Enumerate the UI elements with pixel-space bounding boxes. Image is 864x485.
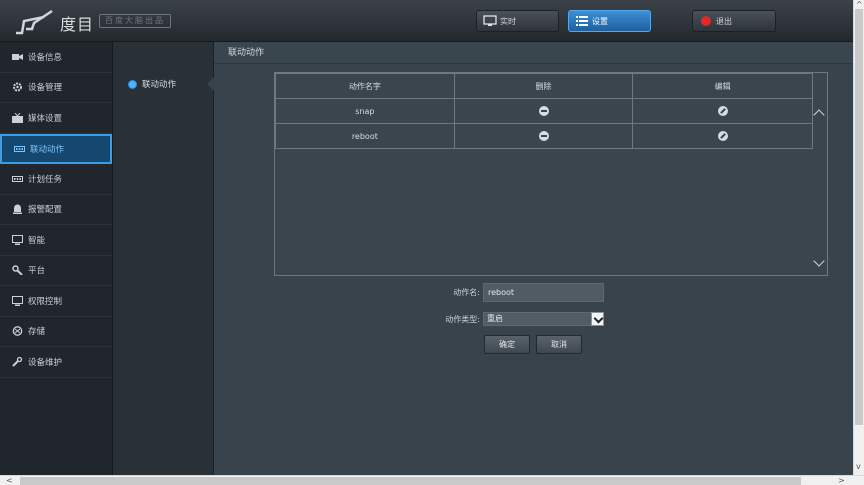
sidebar-item-permission-control[interactable]: 权限控制 <box>0 286 112 317</box>
action-name-cell: snap <box>275 98 455 124</box>
actions-table-container: 动作名字 删除 编辑 snap reboot <box>274 72 828 276</box>
gear-icon <box>13 82 22 92</box>
logout-label: 退出 <box>716 16 732 26</box>
page-vertical-scrollbar[interactable]: ^ v <box>853 0 864 475</box>
table-row[interactable]: reboot <box>275 123 813 149</box>
subnav: 联动动作 <box>113 42 215 475</box>
actions-table: 动作名字 删除 编辑 snap reboot <box>275 73 813 149</box>
edit-icon[interactable] <box>717 131 728 141</box>
monitor-icon <box>12 295 23 306</box>
column-header-edit: 编辑 <box>632 73 813 99</box>
chevron-down-icon[interactable] <box>813 255 825 267</box>
confirm-button[interactable]: 确定 <box>484 335 530 354</box>
sidebar-item-label: 设备管理 <box>28 83 63 94</box>
alarm-icon <box>13 204 22 215</box>
media-icon <box>12 112 23 123</box>
settings-button[interactable]: 设置 <box>568 10 651 32</box>
delete-cell <box>453 98 634 124</box>
action-type-select[interactable]: 重启 <box>483 312 604 326</box>
sidebar-item-label: 计划任务 <box>28 174 63 185</box>
table-scrollbar[interactable] <box>812 73 827 275</box>
sidebar-item-label: 联动动作 <box>30 144 65 155</box>
sidebar: 设备信息 设备管理 媒体设置 联动动作 计划任务 报警配置 智能 平台 权限控制… <box>0 42 113 475</box>
page-title: 联动动作 <box>214 42 853 64</box>
chevron-up-icon[interactable] <box>813 109 825 121</box>
logo-icon <box>16 9 53 35</box>
sidebar-item-device-maintenance[interactable]: 设备维护 <box>0 347 112 378</box>
sidebar-item-alarm-config[interactable]: 报警配置 <box>0 195 112 225</box>
top-header: 度目 百度大脑出品 实时 设置 退出 <box>0 0 853 42</box>
realtime-label: 实时 <box>500 16 516 26</box>
sidebar-item-label: 设备维护 <box>28 357 63 368</box>
power-icon <box>701 16 711 26</box>
action-name-label: 动作名: <box>453 288 480 297</box>
cancel-button[interactable]: 取消 <box>536 335 582 354</box>
realtime-button[interactable]: 实时 <box>476 10 559 32</box>
sidebar-item-label: 媒体设置 <box>28 113 63 124</box>
camera-icon <box>12 53 23 60</box>
main-panel: 联动动作 动作名字 删除 编辑 snap reboot 动作名: reboot … <box>214 42 853 475</box>
settings-label: 设置 <box>592 16 608 26</box>
edit-icon[interactable] <box>717 106 728 116</box>
action-name-input[interactable]: reboot <box>483 283 604 302</box>
monitor-icon <box>12 234 23 245</box>
horizontal-scroll-thumb[interactable] <box>20 477 801 485</box>
action-type-row: 动作类型: 重启 <box>214 312 853 326</box>
delete-cell <box>453 123 634 149</box>
column-header-name: 动作名字 <box>275 73 455 99</box>
edit-cell <box>632 98 813 124</box>
monitor-icon <box>483 15 497 26</box>
page-horizontal-scrollbar[interactable]: < > <box>0 475 864 485</box>
scroll-left-icon[interactable]: < <box>6 476 13 485</box>
sidebar-item-device-management[interactable]: 设备管理 <box>0 73 112 103</box>
sidebar-item-label: 平台 <box>28 266 46 277</box>
logo-badge: 百度大脑出品 <box>99 14 171 28</box>
scroll-right-icon[interactable]: > <box>838 476 845 485</box>
storage-icon <box>12 326 23 337</box>
wrench-icon <box>12 265 23 276</box>
sidebar-item-storage[interactable]: 存储 <box>0 317 112 347</box>
sidebar-item-media-settings[interactable]: 媒体设置 <box>0 103 112 134</box>
action-type-label: 动作类型: <box>445 314 480 324</box>
sidebar-item-label: 权限控制 <box>28 296 63 307</box>
link-action-icon <box>14 145 25 152</box>
chevron-down-icon[interactable] <box>591 312 604 326</box>
action-type-value: 重启 <box>487 314 503 323</box>
sidebar-item-link-action[interactable]: 联动动作 <box>0 133 112 164</box>
column-header-delete: 删除 <box>453 73 634 99</box>
sidebar-item-device-info[interactable]: 设备信息 <box>0 42 112 73</box>
action-name-row: 动作名: reboot <box>214 283 853 302</box>
delete-icon[interactable] <box>538 106 549 116</box>
sidebar-item-platform[interactable]: 平台 <box>0 256 112 286</box>
scroll-down-icon[interactable]: v <box>856 462 861 471</box>
subnav-item-label: 联动动作 <box>142 80 177 90</box>
sidebar-item-smart[interactable]: 智能 <box>0 225 112 256</box>
sidebar-item-label: 存储 <box>28 327 46 338</box>
subnav-item-link-action[interactable]: 联动动作 <box>113 72 215 96</box>
schedule-icon <box>12 175 23 182</box>
scroll-up-icon[interactable]: ^ <box>856 0 863 9</box>
list-icon <box>576 16 588 26</box>
logout-button[interactable]: 退出 <box>692 10 776 32</box>
sidebar-item-label: 报警配置 <box>28 205 63 216</box>
active-dot-icon <box>129 80 136 88</box>
sidebar-item-label: 设备信息 <box>28 52 63 63</box>
sidebar-item-label: 智能 <box>28 235 46 246</box>
delete-icon[interactable] <box>538 131 549 141</box>
tool-icon <box>12 356 23 367</box>
action-name-cell: reboot <box>275 123 455 149</box>
logo-text: 度目 <box>60 15 95 34</box>
vertical-scroll-thumb[interactable] <box>855 9 863 425</box>
edit-cell <box>632 123 813 149</box>
table-row[interactable]: snap <box>275 98 813 124</box>
sidebar-item-scheduled-tasks[interactable]: 计划任务 <box>0 164 112 195</box>
form-buttons-row: 确定 取消 <box>214 335 853 354</box>
table-header-row: 动作名字 删除 编辑 <box>275 73 813 99</box>
